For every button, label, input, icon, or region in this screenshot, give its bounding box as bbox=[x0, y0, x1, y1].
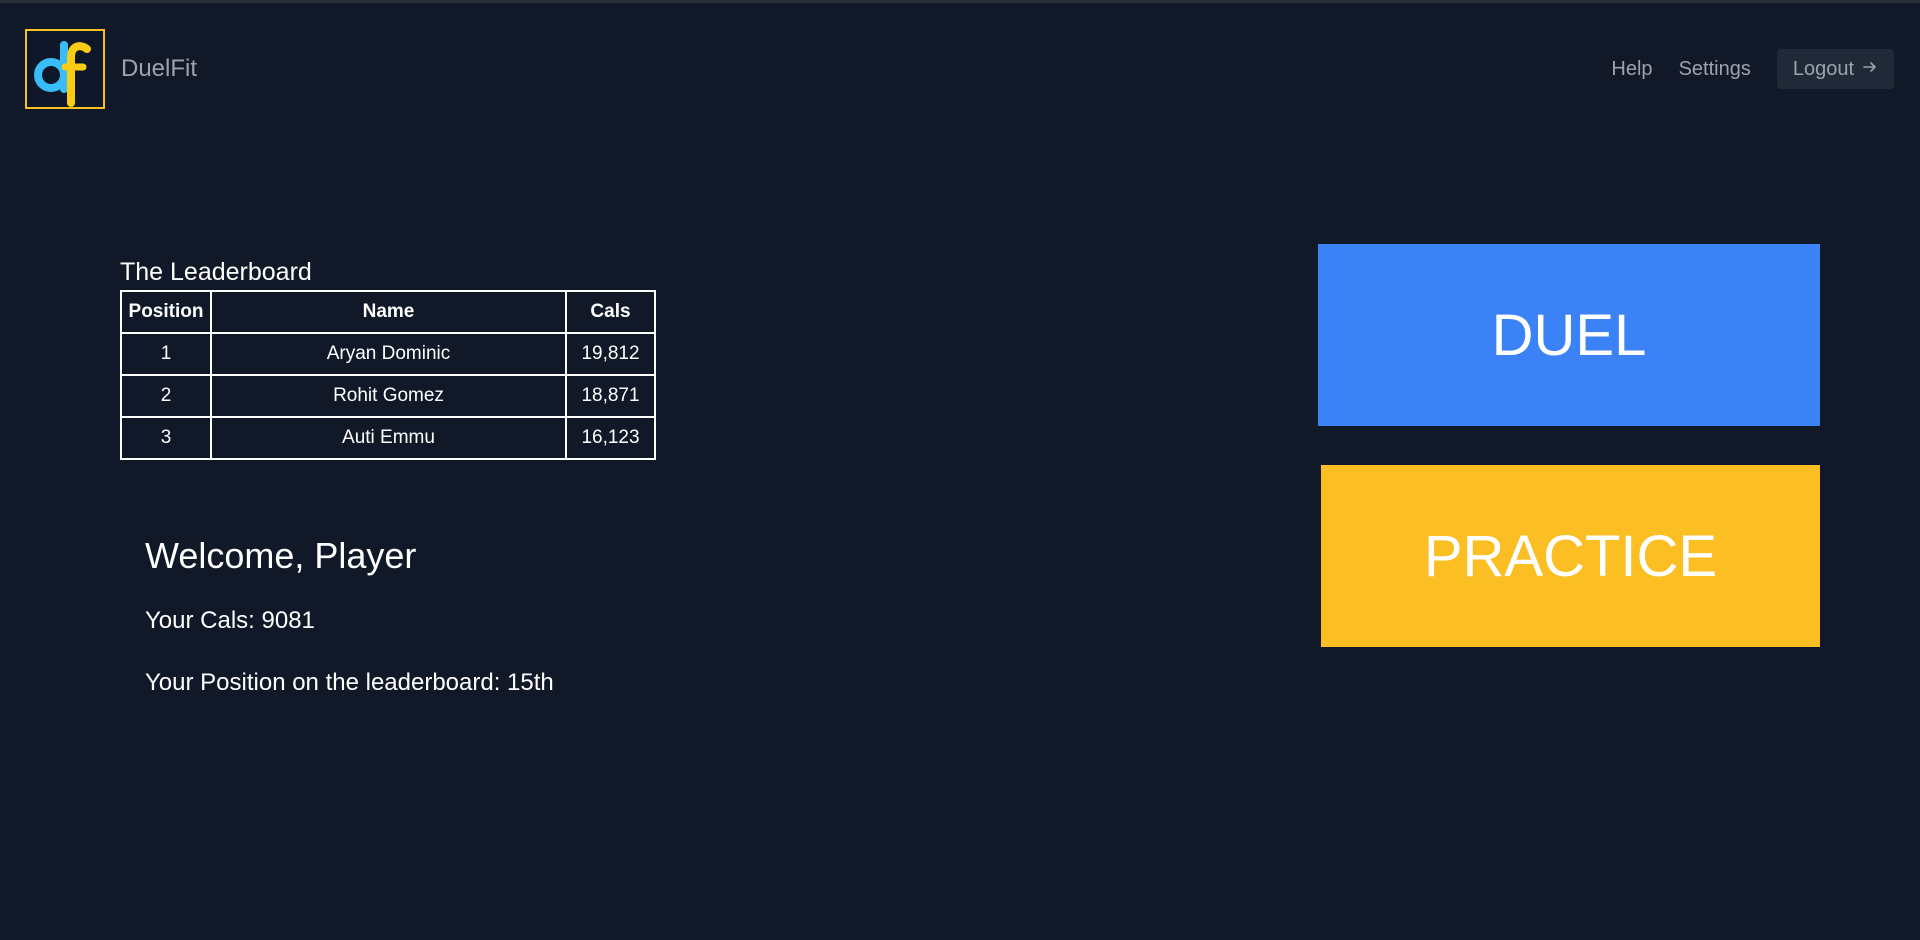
row-name: Rohit Gomez bbox=[210, 374, 567, 418]
table-row: 3 Auti Emmu 16,123 bbox=[120, 416, 656, 460]
header-cals: Cals bbox=[565, 290, 656, 334]
navbar: DuelFit Help Settings Logout bbox=[0, 3, 1920, 113]
row-cals: 19,812 bbox=[565, 332, 656, 376]
duel-button[interactable]: DUEL bbox=[1318, 244, 1820, 426]
row-position: 3 bbox=[120, 416, 212, 460]
user-cals: Your Cals: 9081 bbox=[145, 607, 315, 634]
row-position: 2 bbox=[120, 374, 212, 418]
nav-links: Help Settings Logout bbox=[1611, 49, 1894, 89]
leaderboard-header-row: Position Name Cals bbox=[120, 290, 656, 334]
welcome-panel: Welcome, Player Your Cals: 9081 Your Pos… bbox=[145, 535, 554, 731]
user-position: Your Position on the leaderboard: 15th bbox=[145, 669, 554, 696]
header-position: Position bbox=[120, 290, 212, 334]
logout-label: Logout bbox=[1792, 57, 1854, 80]
row-name: Auti Emmu bbox=[210, 416, 567, 460]
table-row: 2 Rohit Gomez 18,871 bbox=[120, 374, 656, 418]
logout-button[interactable]: Logout bbox=[1776, 49, 1894, 89]
nav-settings-link[interactable]: Settings bbox=[1679, 58, 1751, 81]
row-position: 1 bbox=[120, 332, 212, 376]
df-logo-graphic bbox=[34, 41, 91, 107]
row-name: Aryan Dominic bbox=[210, 332, 567, 376]
header-name: Name bbox=[210, 290, 567, 334]
brand-name[interactable]: DuelFit bbox=[121, 55, 197, 83]
row-cals: 18,871 bbox=[565, 374, 656, 418]
row-cals: 16,123 bbox=[565, 416, 656, 460]
practice-button[interactable]: PRACTICE bbox=[1321, 465, 1820, 647]
arrow-right-icon bbox=[1862, 58, 1878, 81]
df-logo-icon[interactable] bbox=[25, 29, 105, 109]
leaderboard: The Leaderboard Position Name Cals 1 Ary… bbox=[120, 258, 656, 460]
leaderboard-table: Position Name Cals 1 Aryan Dominic 19,81… bbox=[120, 290, 656, 460]
leaderboard-title: The Leaderboard bbox=[120, 258, 312, 286]
welcome-title: Welcome, Player bbox=[145, 535, 417, 576]
brand[interactable]: DuelFit bbox=[25, 29, 197, 109]
nav-help-link[interactable]: Help bbox=[1611, 58, 1652, 81]
table-row: 1 Aryan Dominic 19,812 bbox=[120, 332, 656, 376]
